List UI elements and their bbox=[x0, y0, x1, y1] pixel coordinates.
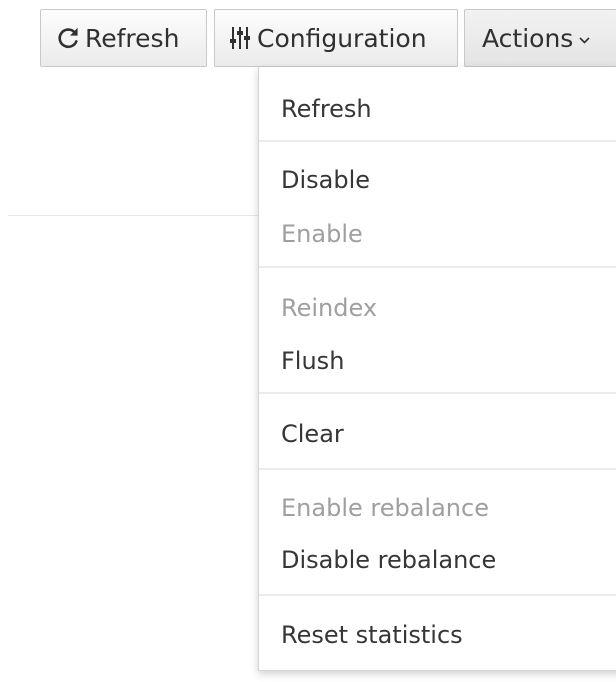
menu-item-clear[interactable]: Clear bbox=[281, 419, 344, 449]
menu-separator bbox=[259, 594, 616, 596]
chevron-down-icon bbox=[578, 35, 591, 45]
menu-item-flush[interactable]: Flush bbox=[281, 346, 344, 376]
configuration-button[interactable]: Configuration bbox=[214, 9, 458, 67]
sliders-icon bbox=[229, 25, 251, 51]
refresh-icon bbox=[57, 26, 79, 50]
menu-item-reset-statistics[interactable]: Reset statistics bbox=[281, 620, 463, 650]
menu-separator bbox=[259, 468, 616, 470]
menu-separator bbox=[259, 140, 616, 142]
content-divider bbox=[8, 215, 268, 216]
menu-item-disable[interactable]: Disable bbox=[281, 165, 370, 195]
actions-button-label: Actions bbox=[482, 23, 574, 53]
actions-dropdown-button[interactable]: Actions bbox=[464, 9, 616, 67]
menu-item-disable-rebalance[interactable]: Disable rebalance bbox=[281, 545, 496, 575]
menu-item-reindex: Reindex bbox=[281, 294, 378, 322]
refresh-button-label: Refresh bbox=[85, 23, 180, 53]
menu-separator bbox=[259, 266, 616, 268]
configuration-button-label: Configuration bbox=[257, 23, 427, 53]
refresh-button[interactable]: Refresh bbox=[40, 9, 207, 67]
menu-item-enable: Enable bbox=[281, 220, 363, 248]
menu-separator bbox=[259, 392, 616, 394]
actions-dropdown-menu: Refresh Disable Enable Reindex Flush Cle… bbox=[258, 67, 616, 671]
menu-item-refresh[interactable]: Refresh bbox=[281, 94, 372, 124]
menu-item-enable-rebalance: Enable rebalance bbox=[281, 494, 489, 522]
